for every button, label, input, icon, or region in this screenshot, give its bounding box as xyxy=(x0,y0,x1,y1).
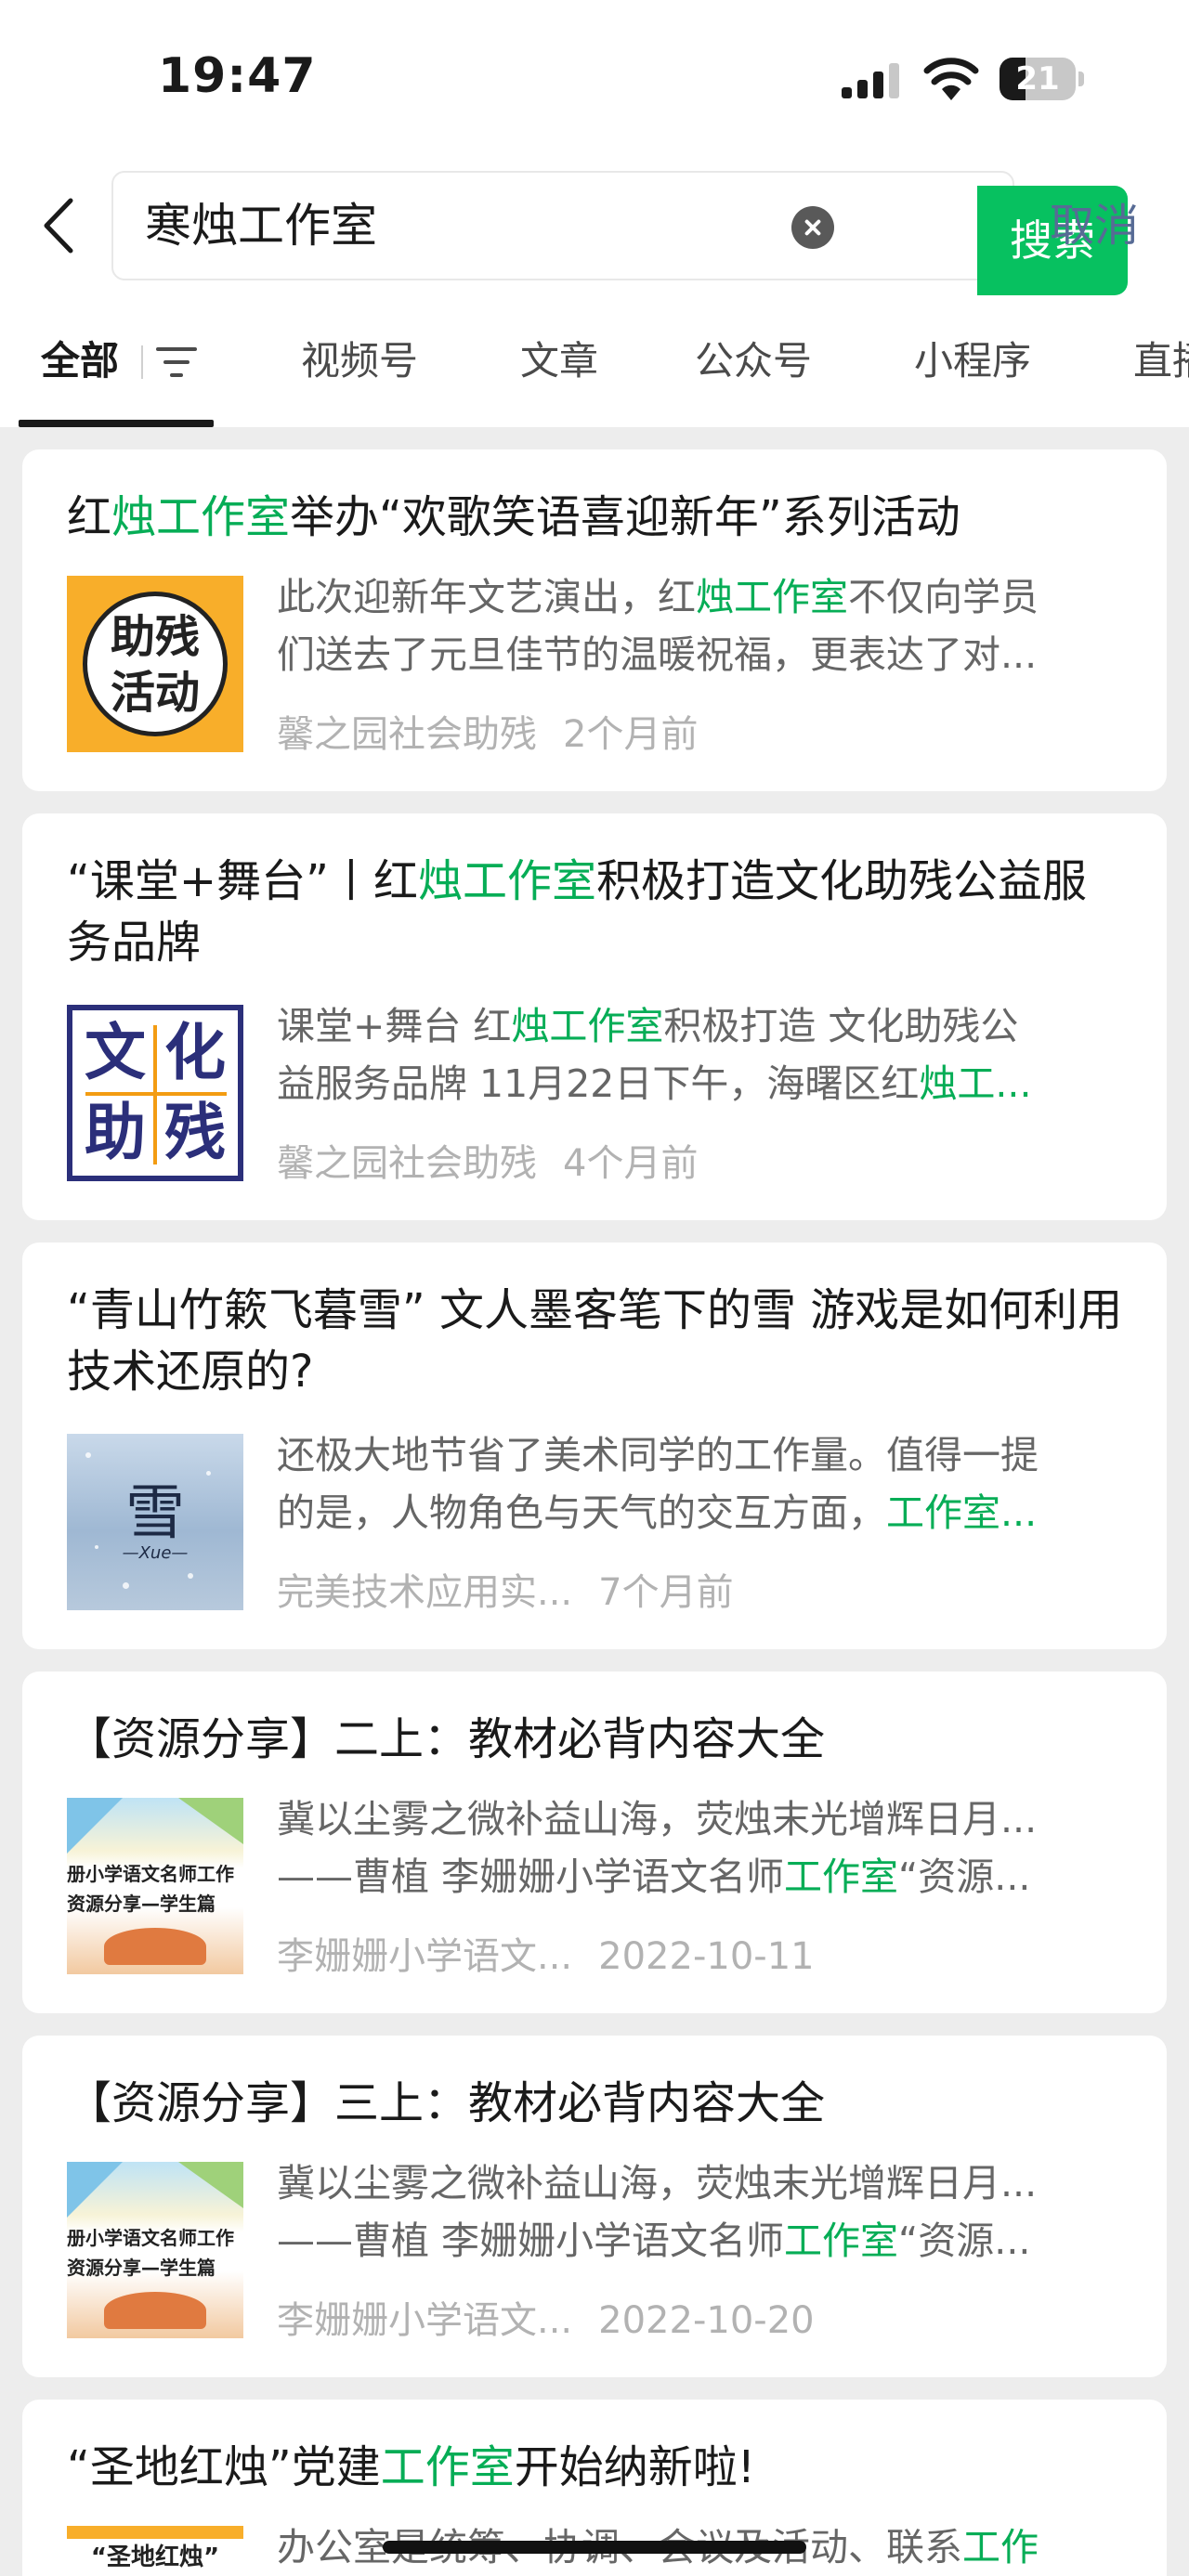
result-snippet: 课堂+舞台 红烛工作室积极打造 文化助残公 益服务品牌 11月22日下午，海曙区… xyxy=(277,1004,1032,1106)
thumb-text: 册小学语文名师工作 xyxy=(67,1863,234,1885)
result-snippet: 冀以尘雾之微补益山海，荧烛末光增辉日月... ——曹植 李姗姗小学语文名师工作室… xyxy=(277,1797,1038,1899)
article-thumbnail: 助残 活动 xyxy=(67,576,243,752)
result-source[interactable]: 馨之园社会助残 xyxy=(277,1142,537,1185)
result-title: 【资源分享】三上：教材必背内容大全 xyxy=(67,2077,826,2129)
result-time: 2个月前 xyxy=(563,713,699,756)
thumb-text: 册小学语文名师工作 xyxy=(67,2227,234,2249)
result-title: 【资源分享】二上：教材必背内容大全 xyxy=(67,1713,826,1765)
thumb-text: 文 xyxy=(85,1017,146,1088)
thumb-text: 化 xyxy=(164,1017,226,1088)
result-time: 4个月前 xyxy=(563,1142,699,1185)
result-source[interactable]: 李姗姗小学语文... xyxy=(277,2299,572,2342)
result-source[interactable]: 馨之园社会助残 xyxy=(277,713,537,756)
result-meta: 馨之园社会助残 4个月前 xyxy=(277,1133,724,1187)
result-snippet: 还极大地节省了美术同学的工作量。值得一提 的是，人物角色与天气的交互方面，工作室… xyxy=(277,1433,1039,1535)
tab-official-accounts[interactable]: 公众号 xyxy=(695,297,812,427)
result-meta: 李姗姗小学语文... 2022-10-20 xyxy=(277,2290,841,2344)
article-thumbnail: 册小学语文名师工作 资源分享—学生篇 xyxy=(67,1798,243,1974)
result-title: 红烛工作室举办“欢歌笑语喜迎新年”系列活动 xyxy=(67,491,960,543)
thumb-text: —Xue— xyxy=(122,1543,189,1563)
search-query: 寒烛工作室 xyxy=(145,199,377,253)
result-card[interactable]: “课堂+舞台”丨红烛工作室积极打造文化助残公益服务品牌 文 化 助 残 课堂+舞… xyxy=(22,813,1167,1220)
wifi-icon xyxy=(923,58,979,100)
thumb-text: 资源分享—学生篇 xyxy=(67,1893,216,1915)
result-snippet: 冀以尘雾之微补益山海，荧烛末光增辉日月... ——曹植 李姗姗小学语文名师工作室… xyxy=(277,2161,1038,2263)
tab-divider xyxy=(141,345,143,379)
article-thumbnail: “圣地红烛” xyxy=(67,2526,243,2576)
tab-live[interactable]: 直播 xyxy=(1133,297,1189,427)
thumb-text: 资源分享—学生篇 xyxy=(67,2257,216,2279)
result-meta: 李姗姗小学语文... 2022-10-11 xyxy=(277,1926,841,1980)
thumb-text: 助 xyxy=(85,1097,146,1168)
tab-channels[interactable]: 视频号 xyxy=(301,297,418,427)
result-source[interactable]: 完美技术应用实... xyxy=(277,1571,572,1614)
result-snippet: 此次迎新年文艺演出，红烛工作室不仅向学员 们送去了元旦佳节的温暖祝福，更表达了对… xyxy=(277,575,1039,677)
status-time: 19:47 xyxy=(158,48,317,104)
search-bar: 寒烛工作室 搜索 取消 xyxy=(0,158,1189,297)
result-meta: 完美技术应用实... 7个月前 xyxy=(277,1562,760,1616)
back-arrow-icon[interactable] xyxy=(37,193,84,258)
clear-icon[interactable] xyxy=(791,206,834,249)
thumb-text: 活动 xyxy=(110,667,200,719)
result-title: “青山竹簌飞暮雪” 文人墨客笔下的雪 游戏是如何利用技术还原的? xyxy=(67,1284,1123,1398)
result-title: “圣地红烛”党建工作室开始纳新啦! xyxy=(67,2441,756,2493)
result-card[interactable]: 【资源分享】三上：教材必背内容大全 册小学语文名师工作 资源分享—学生篇 冀以尘… xyxy=(22,2036,1167,2377)
result-card[interactable]: “青山竹簌飞暮雪” 文人墨客笔下的雪 游戏是如何利用技术还原的? 雪 —Xue—… xyxy=(22,1242,1167,1649)
tab-all[interactable]: 全部 xyxy=(41,297,119,427)
article-thumbnail: 文 化 助 残 xyxy=(67,1005,243,1181)
filter-icon[interactable] xyxy=(156,345,197,379)
active-tab-indicator xyxy=(19,420,214,427)
result-title: “课堂+舞台”丨红烛工作室积极打造文化助残公益服务品牌 xyxy=(67,855,1087,969)
thumb-text: 雪 xyxy=(125,1479,185,1548)
thumb-text: 助残 xyxy=(110,611,200,663)
category-tabs: 全部 视频号 文章 公众号 小程序 直播 xyxy=(0,297,1189,427)
result-time: 2022-10-20 xyxy=(598,2299,815,2342)
result-card[interactable]: 【资源分享】二上：教材必背内容大全 册小学语文名师工作 资源分享—学生篇 冀以尘… xyxy=(22,1672,1167,2013)
result-time: 7个月前 xyxy=(598,1571,734,1614)
result-card[interactable]: 红烛工作室举办“欢歌笑语喜迎新年”系列活动 助残 活动 此次迎新年文艺演出，红烛工… xyxy=(22,449,1167,791)
home-indicator xyxy=(383,2541,806,2554)
result-time: 2022-10-11 xyxy=(598,1935,815,1978)
battery-icon: 21 xyxy=(1000,58,1084,100)
search-input[interactable]: 寒烛工作室 搜索 xyxy=(111,171,1128,295)
article-thumbnail: 册小学语文名师工作 资源分享—学生篇 xyxy=(67,2162,243,2338)
status-bar: 19:47 21 xyxy=(0,0,1189,158)
battery-level: 21 xyxy=(1015,60,1060,98)
thumb-text: 残 xyxy=(164,1097,226,1168)
result-source[interactable]: 李姗姗小学语文... xyxy=(277,1935,572,1978)
tab-articles[interactable]: 文章 xyxy=(520,297,598,427)
result-meta: 馨之园社会助残 2个月前 xyxy=(277,704,724,758)
thumb-text: “圣地红烛” xyxy=(67,2539,243,2576)
cancel-button[interactable]: 取消 xyxy=(1050,171,1139,280)
cellular-signal-icon xyxy=(842,63,899,98)
tab-mini-programs[interactable]: 小程序 xyxy=(914,297,1031,427)
article-thumbnail: 雪 —Xue— xyxy=(67,1434,243,1610)
